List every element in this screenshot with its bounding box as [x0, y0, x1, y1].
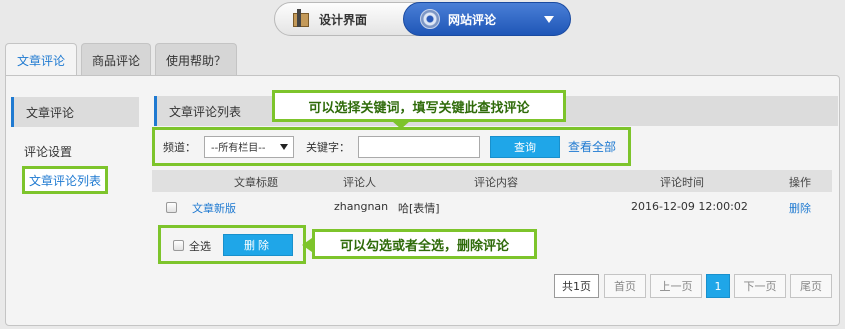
filter-tip-callout: 可以选择关键词，填写关键此查找评论 [272, 90, 566, 122]
design-brush-icon [291, 9, 311, 29]
bulk-action-bar: 全选 删除 [158, 225, 306, 264]
row-checkbox[interactable] [166, 202, 177, 213]
gear-icon [420, 9, 440, 29]
tab-bar: 文章评论 商品评论 使用帮助？ [5, 43, 241, 77]
last-page-button[interactable]: 尾页 [790, 274, 832, 298]
row-time: 2016-12-09 12:00:02 [631, 200, 748, 213]
chevron-down-icon[interactable] [544, 16, 554, 23]
sidebar-item-article-comment-list[interactable]: 文章评论列表 [22, 166, 108, 194]
sidebar-item-comment-settings[interactable]: 评论设置 [24, 143, 72, 160]
tab-help[interactable]: 使用帮助？ [155, 43, 237, 76]
select-all-label: 全选 [189, 240, 211, 253]
callout-arrow-icon [302, 238, 312, 252]
callout-arrow-icon [392, 121, 410, 129]
prev-page-button[interactable]: 上一页 [650, 274, 702, 298]
row-title-link[interactable]: 文章新版 [192, 200, 236, 216]
site-comments-button[interactable]: 网站评论 [403, 2, 571, 36]
table-header: 文章标题 评论人 评论内容 评论时间 操作 [152, 170, 832, 192]
column-header-content: 评论内容 [474, 176, 518, 189]
keyword-input[interactable] [358, 135, 480, 158]
design-view-label: 设计界面 [319, 12, 368, 27]
tab-article-comments[interactable]: 文章评论 [5, 43, 77, 77]
bulk-tip-callout: 可以勾选或者全选，删除评论 [312, 229, 537, 259]
site-comments-label: 网站评论 [448, 12, 497, 27]
row-author: zhangnan [334, 200, 389, 213]
dropdown-arrow-icon [280, 143, 288, 150]
tab-product-comments[interactable]: 商品评论 [81, 43, 151, 76]
select-all-checkbox[interactable] [173, 240, 184, 251]
sidebar-heading: 文章评论 [11, 97, 139, 127]
channel-select-value: --所有栏目-- [211, 143, 266, 154]
next-page-button[interactable]: 下一页 [734, 274, 786, 298]
design-view-button[interactable]: 设计界面 [275, 3, 403, 35]
channel-label: 频道： [163, 140, 196, 154]
channel-select[interactable]: --所有栏目-- [204, 135, 294, 158]
row-delete-link[interactable]: 删除 [789, 200, 811, 216]
column-header-author: 评论人 [343, 176, 376, 189]
page-total: 共1页 [554, 274, 599, 298]
current-page-button[interactable]: 1 [706, 274, 730, 298]
row-content: 哈[表情] [398, 202, 440, 215]
column-header-action: 操作 [789, 176, 811, 189]
search-button[interactable]: 查询 [490, 135, 560, 158]
column-header-title: 文章标题 [234, 176, 278, 189]
view-all-link[interactable]: 查看全部 [568, 138, 616, 155]
delete-button[interactable]: 删除 [223, 234, 293, 256]
keyword-label: 关键字： [306, 140, 350, 154]
first-page-button[interactable]: 首页 [604, 274, 646, 298]
filter-bar: 频道： --所有栏目-- 关键字： 查询 查看全部 [152, 127, 631, 166]
view-switcher: 设计界面 网站评论 [274, 2, 571, 36]
column-header-time: 评论时间 [660, 176, 704, 189]
table-row: 文章新版 zhangnan 哈[表情] 2016-12-09 12:00:02 … [152, 196, 832, 220]
